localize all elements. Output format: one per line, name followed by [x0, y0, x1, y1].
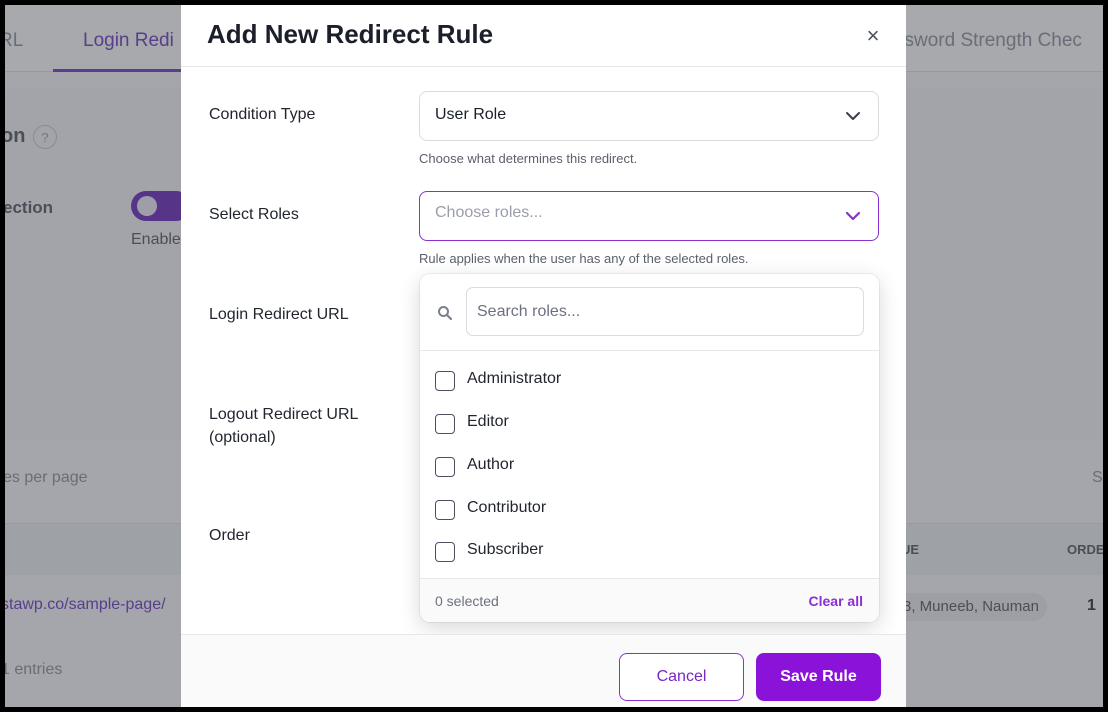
- select-roles-field[interactable]: Choose roles...: [419, 191, 879, 241]
- login-redirect-label: Login Redirect URL: [209, 306, 349, 323]
- roles-option-list: Administrator Editor Author Contributor …: [420, 351, 879, 577]
- save-rule-button[interactable]: Save Rule: [756, 653, 881, 701]
- roles-dropdown-footer: 0 selected Clear all: [420, 578, 879, 622]
- chevron-down-icon: [845, 211, 861, 221]
- roles-search-input[interactable]: [466, 287, 864, 336]
- clear-all-link[interactable]: Clear all: [809, 593, 863, 609]
- cancel-button[interactable]: Cancel: [619, 653, 744, 701]
- select-roles-label: Select Roles: [209, 206, 299, 223]
- checkbox[interactable]: [435, 414, 455, 434]
- role-option-subscriber[interactable]: Subscriber: [420, 532, 879, 572]
- condition-type-select[interactable]: User Role: [419, 91, 879, 141]
- condition-type-label: Condition Type: [209, 106, 316, 123]
- close-icon[interactable]: ×: [862, 25, 884, 47]
- role-option-label: Editor: [467, 413, 509, 430]
- checkbox[interactable]: [435, 371, 455, 391]
- select-roles-placeholder: Choose roles...: [435, 204, 543, 221]
- role-option-administrator[interactable]: Administrator: [420, 361, 879, 401]
- role-option-editor[interactable]: Editor: [420, 404, 879, 444]
- logout-redirect-optional: (optional): [209, 429, 276, 446]
- redirect-rule-modal: Add New Redirect Rule × Condition Type U…: [181, 5, 906, 707]
- condition-type-help: Choose what determines this redirect.: [419, 151, 638, 166]
- role-option-label: Administrator: [467, 370, 562, 387]
- role-option-contributor[interactable]: Contributor: [420, 490, 879, 530]
- modal-title: Add New Redirect Rule: [207, 19, 494, 49]
- role-option-label: Author: [467, 456, 515, 473]
- modal-header: Add New Redirect Rule ×: [181, 5, 906, 67]
- condition-type-value: User Role: [435, 106, 507, 123]
- search-icon: [438, 306, 453, 321]
- selected-count: 0 selected: [435, 593, 499, 609]
- checkbox[interactable]: [435, 457, 455, 477]
- role-option-author[interactable]: Author: [420, 447, 879, 487]
- checkbox[interactable]: [435, 500, 455, 520]
- role-option-label: Contributor: [467, 499, 547, 516]
- app-frame: RL Login Redi ssword Strength Chec on ? …: [5, 5, 1103, 707]
- roles-dropdown: Administrator Editor Author Contributor …: [420, 274, 879, 622]
- checkbox[interactable]: [435, 542, 455, 562]
- order-label: Order: [209, 527, 250, 544]
- roles-search-area: [420, 274, 879, 351]
- logout-redirect-label: Logout Redirect URL: [209, 406, 359, 423]
- modal-footer: Cancel Save Rule: [181, 634, 906, 707]
- select-roles-help: Rule applies when the user has any of th…: [419, 251, 749, 266]
- role-option-label: Subscriber: [467, 541, 544, 558]
- chevron-down-icon: [846, 112, 860, 120]
